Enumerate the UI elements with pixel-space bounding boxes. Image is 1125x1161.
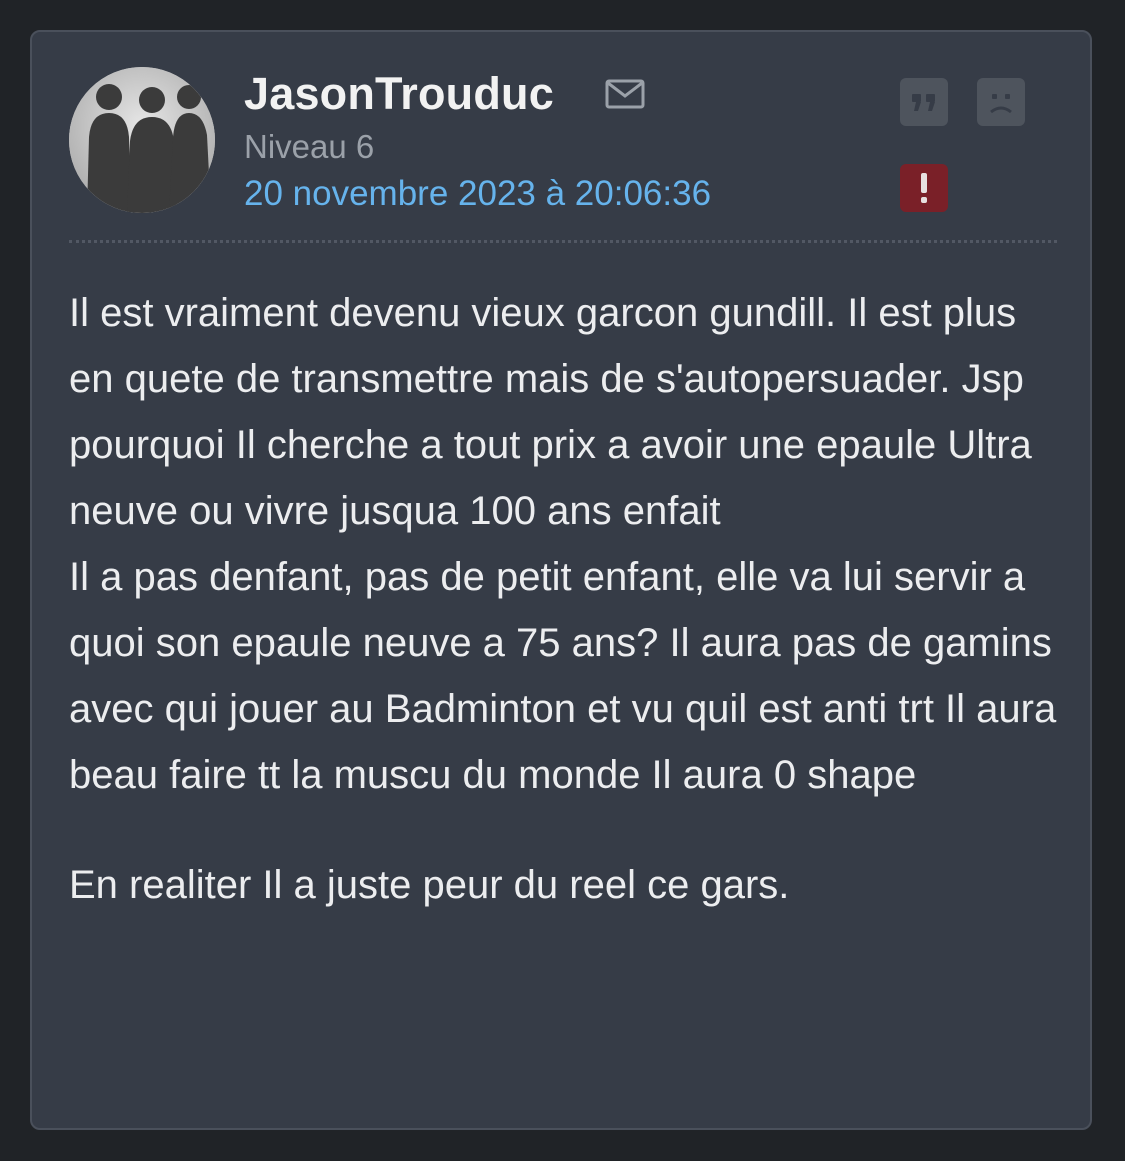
envelope-icon[interactable] [605, 78, 645, 110]
quote-icon [912, 94, 935, 111]
silhouettes-avatar-image [69, 67, 215, 213]
avatar[interactable] [69, 67, 215, 213]
exclamation-icon [921, 173, 927, 203]
quote-button[interactable] [900, 78, 948, 126]
post-paragraph: Il est vraiment devenu vieux garcon gund… [69, 291, 1057, 797]
forum-post-card: JasonTrouduc Niveau 6 20 novembre 2023 à… [30, 30, 1092, 1130]
post-date-link[interactable]: 20 novembre 2023 à 20:06:36 [244, 174, 711, 214]
username[interactable]: JasonTrouduc [244, 68, 554, 120]
post-paragraph: En realiter Il a juste peur du reel ce g… [69, 863, 790, 907]
sad-face-icon [990, 94, 1012, 114]
header-divider [69, 240, 1057, 243]
report-button[interactable] [900, 164, 948, 212]
post-body: Il est vraiment devenu vieux garcon gund… [69, 280, 1059, 918]
sad-face-button[interactable] [977, 78, 1025, 126]
user-level: Niveau 6 [244, 128, 375, 165]
